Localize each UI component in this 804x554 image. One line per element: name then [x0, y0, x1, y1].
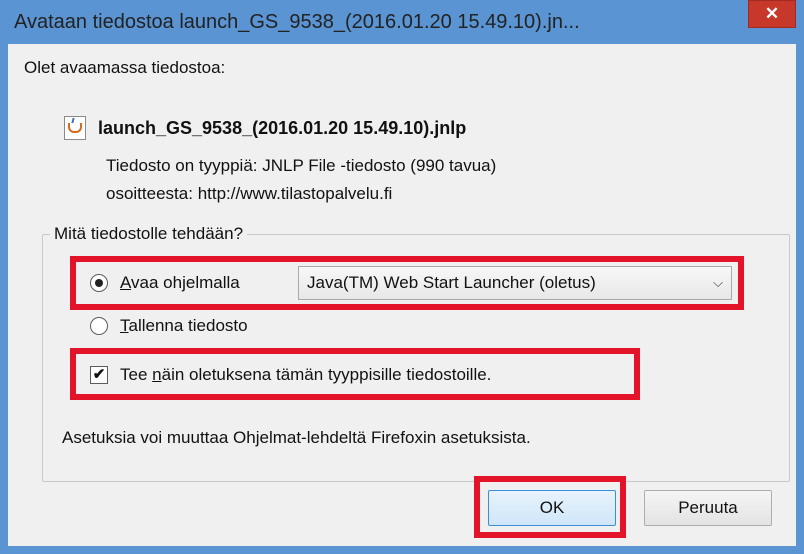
- open-with-label[interactable]: Avaa ohjelmalla: [120, 273, 240, 293]
- settings-note: Asetuksia voi muuttaa Ohjelmat-lehdeltä …: [62, 428, 531, 447]
- open-with-radio[interactable]: [90, 274, 108, 292]
- file-type-row: Tiedosto on tyyppiä: JNLP File -tiedosto…: [106, 156, 496, 176]
- remember-choice-label[interactable]: Tee näin oletuksena tämän tyyppisille ti…: [120, 365, 491, 385]
- save-file-label[interactable]: Tallenna tiedosto: [120, 316, 248, 336]
- cancel-button[interactable]: Peruuta: [644, 490, 772, 526]
- save-file-radio[interactable]: [90, 317, 108, 335]
- close-button[interactable]: ✕: [748, 0, 796, 28]
- close-icon: ✕: [764, 4, 780, 23]
- title-bar[interactable]: Avataan tiedostoa launch_GS_9538_(2016.0…: [0, 0, 804, 44]
- file-source-value: http://www.tilastopalvelu.fi: [197, 184, 393, 203]
- file-source-row: osoitteesta: http://www.tilastopalvelu.f…: [106, 184, 392, 204]
- intro-text: Olet avaamassa tiedostoa:: [24, 58, 226, 77]
- ok-button[interactable]: OK: [488, 490, 616, 526]
- file-type-value: JNLP File -tiedosto (990 tavua): [262, 156, 497, 175]
- action-group-legend: Mitä tiedostolle tehdään?: [50, 224, 248, 244]
- download-dialog-window: Avataan tiedostoa launch_GS_9538_(2016.0…: [0, 0, 804, 554]
- application-select[interactable]: Java(TM) Web Start Launcher (oletus) ⌵: [298, 266, 732, 300]
- window-title: Avataan tiedostoa launch_GS_9538_(2016.0…: [14, 11, 580, 33]
- file-source-label: osoitteesta:: [106, 184, 193, 203]
- dialog-body: Olet avaamassa tiedostoa: launch_GS_9538…: [8, 44, 796, 546]
- chevron-down-icon: ⌵: [713, 275, 723, 290]
- file-type-label: Tiedosto on tyyppiä:: [106, 156, 258, 175]
- application-select-value: Java(TM) Web Start Launcher (oletus): [307, 273, 596, 292]
- java-file-icon: [64, 116, 86, 140]
- remember-choice-checkbox[interactable]: ✔: [90, 366, 108, 384]
- file-name: launch_GS_9538_(2016.01.20 15.49.10).jnl…: [98, 118, 467, 138]
